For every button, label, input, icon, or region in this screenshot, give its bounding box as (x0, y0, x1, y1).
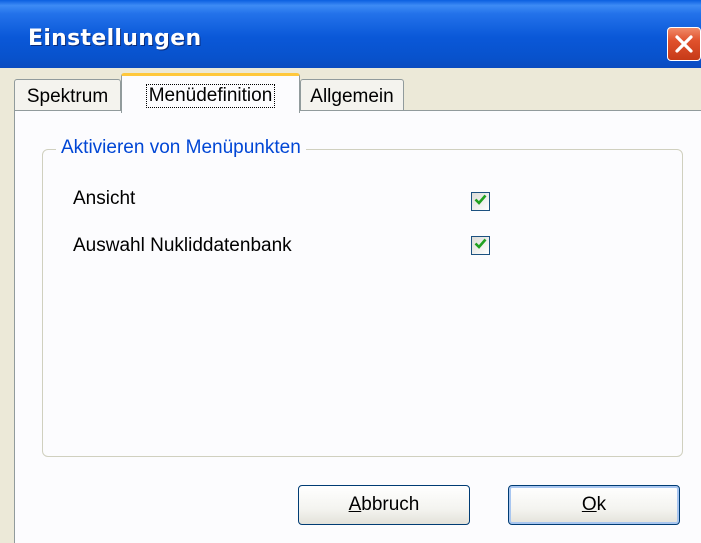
group-legend: Aktivieren von Menüpunkten (56, 137, 306, 159)
cancel-button[interactable]: Abbruch (298, 485, 470, 525)
ansicht-label: Ansicht (73, 188, 136, 209)
checkmark-icon (474, 193, 487, 211)
settings-dialog: Einstellungen Spektrum Menüdefinition Al… (0, 0, 701, 543)
cancel-mnemonic: A (348, 494, 362, 515)
tab-allgemein[interactable]: Allgemein (300, 79, 404, 111)
menu-activation-group (42, 149, 683, 457)
title-bar[interactable]: Einstellungen (0, 0, 701, 68)
close-button[interactable] (667, 27, 701, 61)
window-title: Einstellungen (28, 26, 202, 51)
ok-mnemonic: O (581, 494, 597, 515)
tab-spektrum[interactable]: Spektrum (14, 79, 121, 111)
nukliddatenbank-label: Auswahl Nukliddatenbank (73, 235, 292, 256)
ok-label: k (596, 494, 607, 515)
ok-button[interactable]: Ok (508, 485, 680, 525)
close-x-icon (673, 33, 695, 55)
cancel-label: bbruch (361, 494, 420, 515)
checkmark-icon (474, 237, 487, 255)
tab-label: Menüdefinition (145, 83, 276, 108)
tab-label: Spektrum (26, 85, 109, 107)
nukliddatenbank-checkbox[interactable] (471, 236, 490, 255)
ansicht-checkbox[interactable] (471, 192, 490, 211)
tab-label: Allgemein (310, 85, 394, 107)
tab-menuedefinition[interactable]: Menüdefinition (121, 73, 300, 113)
